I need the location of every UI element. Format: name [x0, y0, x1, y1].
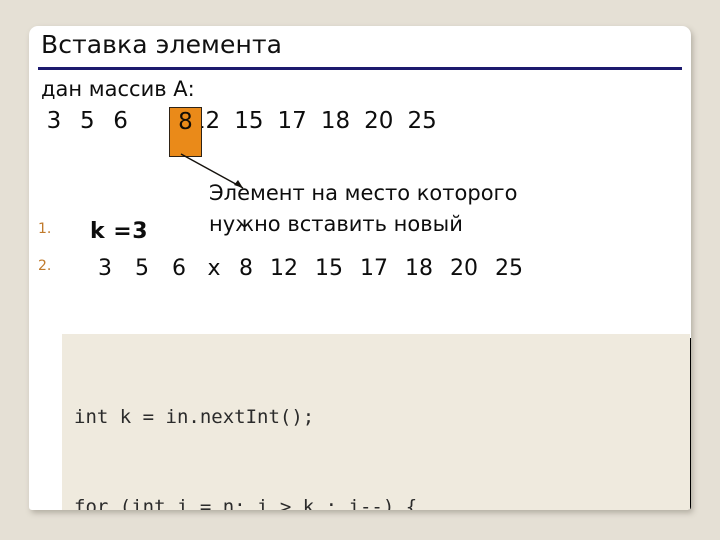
array-cell: 20 — [450, 256, 478, 281]
array-cell: 6 — [172, 256, 186, 281]
list-marker: 1. — [38, 221, 52, 237]
k-value-text: k =3 — [90, 219, 149, 244]
array-cell: 8 — [239, 256, 253, 281]
array-cell: 3 — [98, 256, 112, 281]
code-block: int k = in.nextInt(); for (int i = n; i … — [62, 334, 690, 510]
array-result-row: 3 5 6 x 8 12 15 17 18 20 25 — [90, 250, 528, 287]
numbered-list: 1. k =3 2. 3 5 6 x 8 12 15 17 18 20 25 — [38, 213, 678, 287]
array-initial-row: 3 5 6 12 15 17 18 20 25 — [41, 106, 440, 136]
array-cell: 12 — [270, 256, 298, 281]
code-line: int k = in.nextInt(); — [74, 406, 315, 428]
array-cell: 17 — [277, 108, 307, 134]
list-item: 1. k =3 — [38, 213, 678, 250]
list-item: 2. 3 5 6 x 8 12 15 17 18 20 25 — [38, 250, 678, 287]
array-cell: 18 — [405, 256, 433, 281]
array-cell: 3 — [46, 108, 62, 134]
slide-root: Вставка элемента дан массив А: 3 5 6 12 … — [0, 0, 720, 540]
array-cell: 6 — [113, 108, 128, 134]
array-cell: 5 — [135, 256, 149, 281]
array-cell: 25 — [495, 256, 523, 281]
array-cell: 25 — [407, 108, 437, 134]
array-cell: 5 — [79, 108, 95, 134]
list-marker: 2. — [38, 258, 52, 274]
list-item-body: k =3 — [90, 213, 148, 250]
array-cell-highlighted-placeholder — [141, 106, 167, 136]
array-cell: 15 — [315, 256, 343, 281]
highlight-box: 8 — [169, 107, 202, 157]
array-cell-inserted-slot: x — [207, 256, 221, 281]
given-array-label: дан массив А: — [41, 77, 195, 101]
page-title: Вставка элемента — [41, 30, 283, 59]
callout-line-1: Элемент на место которого — [209, 181, 518, 205]
code-line: for (int i = n; i > k ; i--) { — [74, 496, 418, 510]
highlighted-value: 8 — [178, 109, 193, 135]
title-divider — [38, 67, 682, 70]
array-cell: 15 — [234, 108, 264, 134]
array-cell: 20 — [364, 108, 394, 134]
slide-panel: Вставка элемента дан массив А: 3 5 6 12 … — [29, 26, 691, 510]
array-cell: 17 — [360, 256, 388, 281]
array-cell: 18 — [320, 108, 351, 134]
